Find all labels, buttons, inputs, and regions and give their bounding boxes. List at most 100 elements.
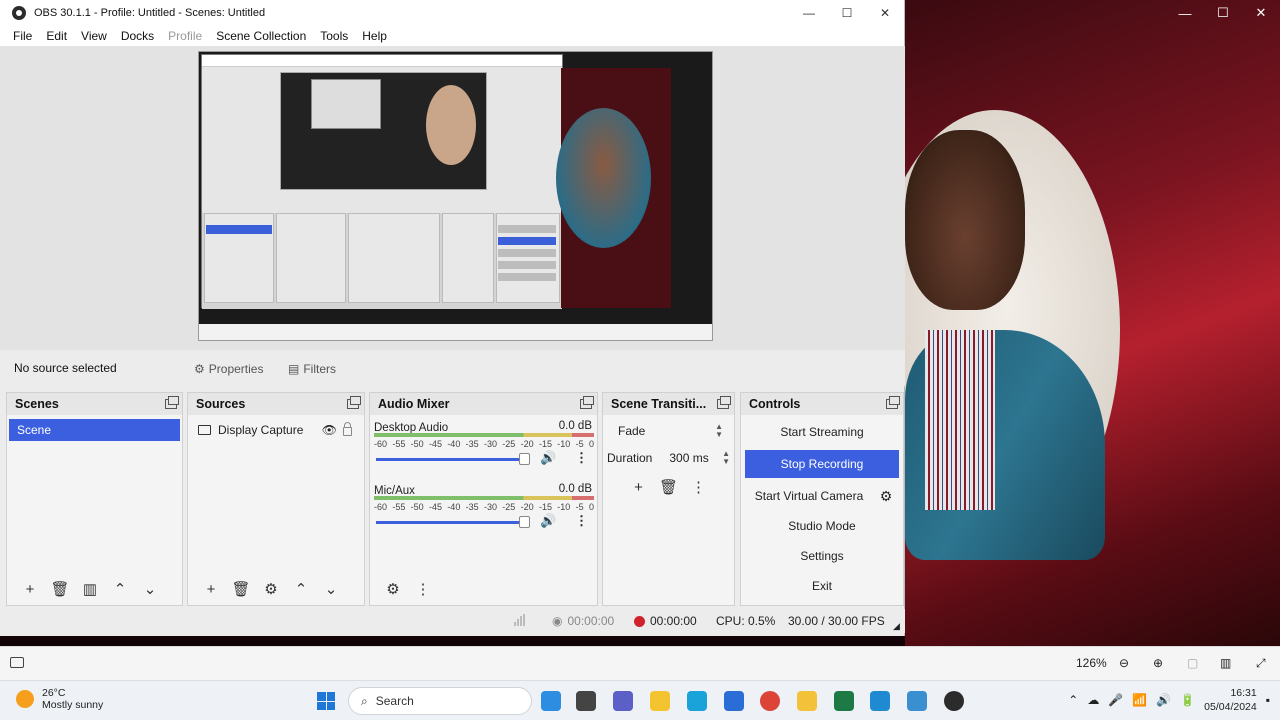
fit-icon[interactable]: ▢ bbox=[1187, 656, 1198, 670]
start-virtual-camera-button[interactable]: Start Virtual Camera bbox=[745, 489, 873, 503]
more-options-icon[interactable]: ⋮ bbox=[408, 577, 438, 601]
source-list-item[interactable]: Display Capture 👁 bbox=[188, 421, 364, 439]
undock-icon[interactable] bbox=[580, 396, 594, 409]
lock-icon[interactable] bbox=[343, 422, 352, 436]
speaker-icon[interactable]: 🔊 bbox=[540, 450, 556, 466]
gear-icon[interactable]: ⚙ bbox=[256, 577, 286, 601]
photos-icon[interactable] bbox=[907, 691, 927, 711]
microphone-icon[interactable]: 🎤 bbox=[1108, 693, 1123, 707]
meter-tick-label: -5 bbox=[575, 439, 584, 449]
add-icon[interactable]: + bbox=[624, 475, 654, 499]
duration-input[interactable]: 300 ms bbox=[660, 447, 722, 469]
minimize-button[interactable]: — bbox=[790, 6, 828, 20]
undock-icon[interactable] bbox=[165, 396, 179, 409]
undock-icon[interactable] bbox=[347, 396, 361, 409]
gear-icon[interactable]: ⚙ bbox=[873, 488, 899, 505]
fullscreen-icon[interactable]: ⤢ bbox=[1256, 656, 1266, 671]
add-icon[interactable]: + bbox=[196, 577, 226, 601]
meter-tick-label: 0 bbox=[588, 502, 594, 512]
trash-icon[interactable]: 🗑 bbox=[654, 475, 684, 499]
scenes-title: Scenes bbox=[15, 397, 59, 411]
host-minimize-button[interactable]: — bbox=[1166, 0, 1204, 26]
obs-taskbar-icon[interactable] bbox=[944, 691, 964, 711]
more-options-icon[interactable]: ⋮ bbox=[575, 450, 588, 466]
volume-slider-handle[interactable] bbox=[519, 516, 530, 528]
filters-button[interactable]: ▤ Filters bbox=[288, 359, 336, 379]
volume-slider[interactable] bbox=[376, 521, 525, 524]
file-explorer-icon[interactable] bbox=[650, 691, 670, 711]
preview-area[interactable] bbox=[0, 46, 905, 350]
menu-edit[interactable]: Edit bbox=[39, 29, 74, 43]
obs-window: OBS 30.1.1 - Profile: Untitled - Scenes:… bbox=[0, 0, 905, 636]
resize-grip-icon[interactable]: ◢ bbox=[893, 621, 900, 632]
chrome-icon[interactable] bbox=[760, 691, 780, 711]
menu-tools[interactable]: Tools bbox=[313, 29, 355, 43]
menu-help[interactable]: Help bbox=[355, 29, 394, 43]
wifi-icon[interactable]: 📶 bbox=[1132, 693, 1147, 707]
host-close-button[interactable]: ✕ bbox=[1242, 0, 1280, 26]
menu-docks[interactable]: Docks bbox=[114, 29, 161, 43]
close-button[interactable]: ✕ bbox=[866, 6, 904, 20]
more-options-icon[interactable]: ⋮ bbox=[575, 513, 588, 529]
move-down-icon[interactable]: ⌄ bbox=[135, 577, 165, 601]
menu-file[interactable]: File bbox=[6, 29, 39, 43]
menu-profile[interactable]: Profile bbox=[161, 29, 209, 43]
weather-widget[interactable]: 26°C Mostly sunny bbox=[16, 687, 103, 711]
maximize-button[interactable]: ☐ bbox=[828, 6, 866, 20]
settings-button[interactable]: Settings bbox=[745, 542, 899, 570]
teams-icon[interactable] bbox=[613, 691, 633, 711]
onedrive-icon[interactable]: ☁ bbox=[1087, 693, 1099, 707]
store-icon[interactable] bbox=[724, 691, 744, 711]
volume-slider-handle[interactable] bbox=[519, 453, 530, 465]
more-options-icon[interactable]: ⋮ bbox=[684, 475, 714, 499]
chevron-up-icon[interactable]: ⌃ bbox=[1068, 693, 1078, 707]
preview-canvas[interactable] bbox=[198, 51, 713, 341]
properties-button[interactable]: ⚙ Properties bbox=[194, 359, 263, 379]
move-up-icon[interactable]: ⌃ bbox=[286, 577, 316, 601]
copilot-icon[interactable] bbox=[541, 691, 561, 711]
meter-tick-label: -10 bbox=[557, 439, 571, 449]
transition-select[interactable]: Fade ▲ ▼ bbox=[607, 420, 730, 442]
monitor-icon bbox=[198, 425, 211, 435]
notes-icon[interactable] bbox=[797, 691, 817, 711]
no-source-label: No source selected bbox=[14, 361, 117, 375]
filters-icon[interactable]: ▥ bbox=[75, 577, 105, 601]
volume-slider[interactable] bbox=[376, 458, 525, 461]
stop-recording-button[interactable]: Stop Recording bbox=[745, 450, 899, 478]
screen-icon[interactable] bbox=[10, 657, 24, 668]
studio-mode-button[interactable]: Studio Mode bbox=[745, 512, 899, 540]
advanced-audio-icon[interactable]: ⚙ bbox=[378, 577, 408, 601]
edge-icon[interactable] bbox=[687, 691, 707, 711]
task-view-icon[interactable] bbox=[576, 691, 596, 711]
layout-icon[interactable]: ▥ bbox=[1220, 656, 1231, 670]
gear-icon: ⚙ bbox=[194, 362, 205, 376]
excel-icon[interactable] bbox=[834, 691, 854, 711]
battery-icon[interactable]: 🔋 bbox=[1180, 693, 1195, 707]
exit-button[interactable]: Exit bbox=[745, 572, 899, 600]
eye-icon[interactable]: 👁 bbox=[322, 423, 337, 437]
vscode-icon[interactable] bbox=[870, 691, 890, 711]
undock-icon[interactable] bbox=[717, 396, 731, 409]
duration-spinner-icon[interactable]: ▲ ▼ bbox=[722, 450, 730, 466]
move-down-icon[interactable]: ⌄ bbox=[316, 577, 346, 601]
start-streaming-button[interactable]: Start Streaming bbox=[745, 418, 899, 446]
menu-view[interactable]: View bbox=[74, 29, 114, 43]
move-up-icon[interactable]: ⌃ bbox=[105, 577, 135, 601]
scene-list-item[interactable]: Scene bbox=[9, 419, 180, 441]
zoom-out-icon[interactable]: ⊖ bbox=[1119, 656, 1129, 670]
notifications-icon[interactable]: ▪ bbox=[1266, 693, 1270, 707]
trash-icon[interactable]: 🗑 bbox=[45, 577, 75, 601]
undock-icon[interactable] bbox=[886, 396, 900, 409]
volume-meter bbox=[374, 433, 594, 437]
taskbar-search[interactable]: ⌕ Search bbox=[348, 687, 532, 715]
clock[interactable]: 16:31 05/04/2024 bbox=[1204, 686, 1257, 714]
add-icon[interactable]: + bbox=[15, 577, 45, 601]
menu-scene-collection[interactable]: Scene Collection bbox=[209, 29, 313, 43]
volume-icon[interactable]: 🔊 bbox=[1156, 693, 1171, 707]
zoom-in-icon[interactable]: ⊕ bbox=[1153, 656, 1163, 670]
speaker-icon[interactable]: 🔊 bbox=[540, 513, 556, 529]
trash-icon[interactable]: 🗑 bbox=[226, 577, 256, 601]
windows-start-icon[interactable] bbox=[317, 692, 335, 710]
host-maximize-button[interactable]: ☐ bbox=[1204, 0, 1242, 26]
title-bar: OBS 30.1.1 - Profile: Untitled - Scenes:… bbox=[0, 0, 904, 25]
